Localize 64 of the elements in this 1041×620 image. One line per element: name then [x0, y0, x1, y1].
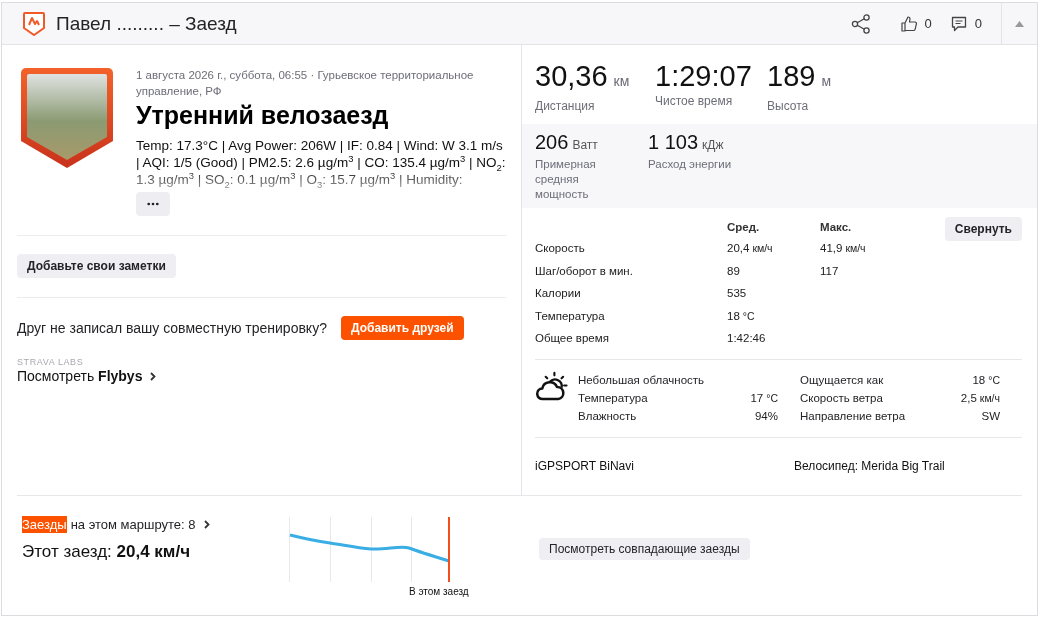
average-value: 18 °C [727, 308, 756, 324]
weather-value: 17 °C [750, 390, 778, 406]
average-value: 1:42:46 [727, 331, 767, 346]
page-title: Павел ......... – Заезд [56, 12, 238, 35]
stat-label: Примерная средняя мощность [535, 157, 597, 202]
chevron-icon [203, 520, 210, 529]
matched-rides-button[interactable]: Посмотреть совпадающие заезды [539, 538, 750, 560]
more-icon [147, 202, 159, 206]
chevron-icon [150, 371, 157, 381]
weather-label: Температура [578, 390, 649, 406]
current-ride-marker [448, 517, 450, 582]
thumbs-up-icon [900, 15, 917, 32]
chart-label: В этом заезд [409, 586, 470, 597]
kudos-button[interactable]: 0 [900, 15, 932, 32]
weather-value: SW [980, 408, 1000, 424]
stat-label: Чистое время [655, 94, 734, 108]
share-icon[interactable] [850, 13, 871, 34]
stat-name: Температура [535, 308, 606, 324]
shield-icon [23, 11, 45, 36]
caret-icon [1015, 20, 1024, 27]
add-notes-button[interactable]: Добавьте свои заметки [17, 254, 176, 278]
weather-label: Направление ветра [800, 408, 907, 424]
stat-value: 189 м [767, 59, 831, 94]
weather-value: 18 °C [971, 372, 1000, 388]
friends-prompt: Друг не записал вашу совместную тренировку? [17, 320, 327, 336]
partly-cloudy-icon [535, 370, 568, 402]
weather-value: 94% [753, 408, 778, 424]
collapse-button[interactable]: Свернуть [944, 217, 1022, 241]
activity-description: Temp: 17.3°C | Avg Power: 206W | IF: 0.84 | Wind: W 3.1 m/s | AQI: 1/5 (Good) | PM2.5: 2.6 µg/m$^{3}$ | CO: 135.4 µg/m$^{3}$ | NO$_{2}$: 1.3 µg/m$^{3}$ | SO$_{2}$: 0.1 µg/m$^{3}$ | O$_{3}$: 15.7 µg/m$^{3}$ | Humidity: [136, 137, 506, 188]
stat-name: Скорость [535, 241, 586, 256]
stat-value: 1 103 кДж [648, 130, 725, 155]
more-button[interactable] [136, 192, 170, 216]
search-highlight: Заезды [22, 516, 67, 533]
labs-caption: STRAVA LABS [17, 357, 85, 367]
weather-label: Влажность [578, 408, 638, 424]
max-value: 41,9 км/ч [820, 241, 867, 256]
activity-date-location: 1 августа 2026 г., суббота, 06:55 · Гурьевское территориальное управление, РФ [136, 68, 475, 99]
average-value: 89 [727, 263, 741, 279]
stat-name: Калории [535, 286, 582, 301]
stat-name: Шаг/оборот в мин. [535, 263, 634, 279]
stat-value: 30,36 км [535, 59, 631, 94]
route-rides-link[interactable]: на этом маршруте: 8 [70, 517, 210, 532]
stat-name: Общее время [535, 331, 610, 346]
average-value: 20,4 км/ч [727, 241, 774, 256]
comment-icon [950, 15, 967, 32]
weather-value: 2,5 км/ч [960, 390, 1000, 406]
stat-label: Высота [767, 99, 810, 113]
stat-value: 206 Ватт [535, 130, 599, 155]
column-header: Сред. [727, 221, 761, 233]
column-header: Макс. [820, 221, 853, 233]
stat-value: 1:29:07 [655, 59, 753, 93]
weather-condition: Небольшая облачность [578, 372, 706, 388]
activity-title: Утренний велозаезд [136, 100, 389, 131]
max-value: 117 [820, 263, 840, 279]
device-name: iGPSPORT BiNavi [535, 458, 635, 473]
stat-label: Расход энергии [648, 157, 733, 172]
comments-button[interactable]: 0 [950, 15, 982, 32]
stat-label: Дистанция [535, 99, 596, 113]
weather-label: Ощущается как [800, 372, 885, 388]
bike-name: Велосипед: Merida Big Trail [794, 458, 946, 473]
flybys-link[interactable]: Посмотреть Flybys [17, 368, 157, 384]
this-ride-speed: Этот заезд: 20,4 км/ч [22, 542, 192, 562]
weather-label: Скорость ветра [800, 390, 884, 406]
average-value: 535 [727, 286, 748, 301]
